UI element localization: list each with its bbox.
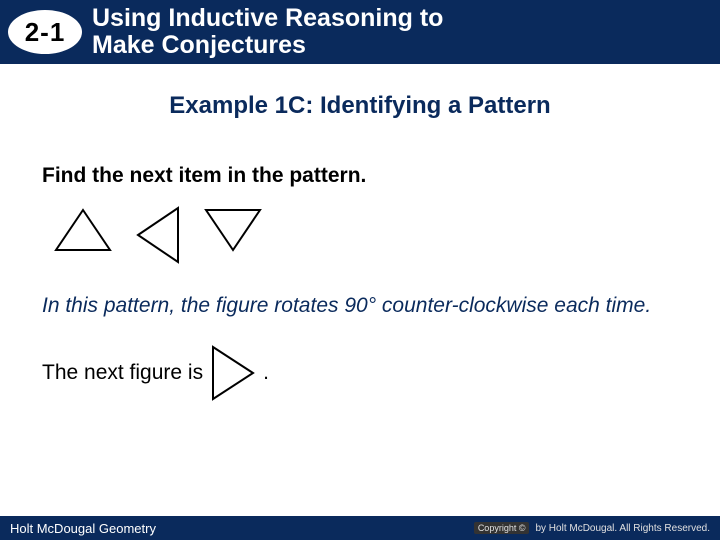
- answer-suffix: .: [263, 361, 269, 385]
- example-title: Example 1C: Identifying a Pattern: [42, 92, 678, 120]
- chapter-title-line-2: Make Conjectures: [92, 31, 306, 59]
- triangle-icon-3: [202, 206, 264, 254]
- chapter-title-line-1: Using Inductive Reasoning to: [92, 4, 443, 32]
- pattern-figures: [52, 206, 678, 264]
- section-badge: 2-1: [8, 10, 82, 54]
- instruction-text: Find the next item in the pattern.: [42, 164, 678, 188]
- answer-row: The next figure is .: [42, 345, 678, 401]
- triangle-icon-1: [52, 206, 114, 254]
- slide-header: 2-1 Using Inductive Reasoning to Make Co…: [0, 0, 720, 64]
- triangle-icon-2: [134, 206, 182, 264]
- footer-copyright: Copyright © by Holt McDougal. All Rights…: [474, 522, 710, 534]
- footer-publisher: Holt McDougal Geometry: [10, 521, 156, 536]
- copyright-text: by Holt McDougal. All Rights Reserved.: [535, 523, 710, 534]
- chapter-title: Using Inductive Reasoning to Make Conjec…: [92, 5, 443, 60]
- explanation-text: In this pattern, the figure rotates 90° …: [42, 292, 678, 319]
- slide-content: Example 1C: Identifying a Pattern Find t…: [0, 64, 720, 401]
- copyright-badge: Copyright ©: [474, 522, 530, 534]
- answer-prefix: The next figure is: [42, 361, 203, 385]
- slide-footer: Holt McDougal Geometry Copyright © by Ho…: [0, 516, 720, 540]
- triangle-icon-answer: [209, 345, 257, 401]
